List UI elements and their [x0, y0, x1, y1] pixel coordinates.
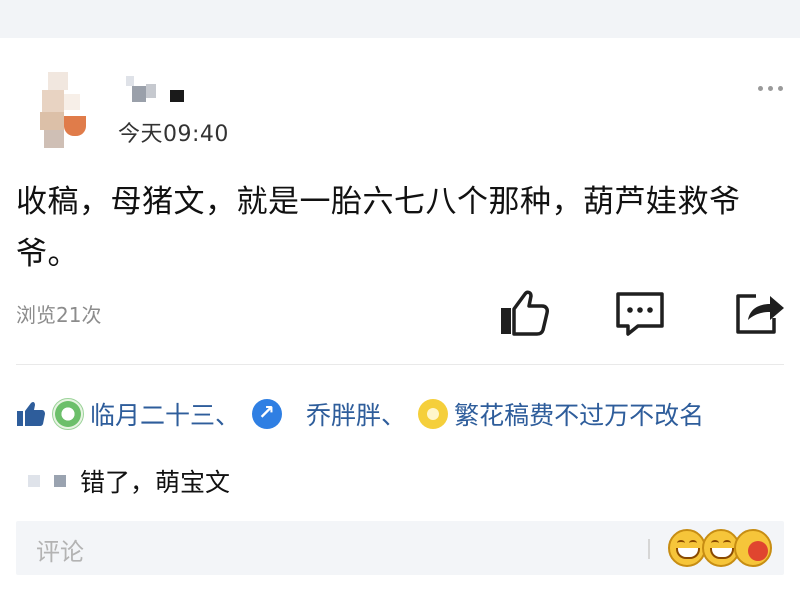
separator: 、	[215, 401, 241, 430]
liker-name[interactable]: 繁花稿费不过万不改名	[454, 396, 704, 432]
commenter-blurred	[54, 475, 66, 487]
top-bar	[0, 0, 800, 38]
comment-item[interactable]: 错了，萌宝文	[28, 461, 230, 501]
divider	[648, 539, 650, 559]
liker-name[interactable]: 临月二十三	[90, 396, 215, 432]
thumbs-up-icon[interactable]	[498, 288, 550, 338]
separator: 、	[381, 401, 407, 430]
liked-thumbs-icon	[17, 401, 45, 426]
divider	[16, 364, 784, 365]
post-time: 今天09:40	[118, 122, 229, 147]
post-text: 收稿，母猪文，就是一胎六七八个那种，葫芦娃救爷爷。	[16, 184, 741, 272]
username-blurred[interactable]	[126, 76, 196, 106]
comment-placeholder: 评论	[36, 538, 84, 566]
commenter-blurred	[28, 475, 40, 487]
more-dots-icon[interactable]	[758, 86, 783, 91]
likes-row: 临月二十三 、 乔胖胖 、 繁花稿费不过万不改名	[16, 394, 704, 434]
user-avatar-icon[interactable]	[418, 399, 449, 429]
gift-emoji-icon[interactable]	[734, 529, 772, 567]
avatar[interactable]	[36, 72, 92, 148]
user-avatar-icon[interactable]	[252, 399, 283, 429]
user-avatar-icon[interactable]	[52, 398, 84, 430]
share-icon[interactable]	[734, 288, 786, 338]
comment-text: 错了，萌宝文	[80, 468, 231, 497]
liker-name[interactable]: 乔胖胖	[306, 396, 381, 432]
comment-input[interactable]: 评论	[16, 521, 784, 575]
comment-icon[interactable]	[614, 288, 666, 338]
view-count: 浏览21次	[16, 303, 102, 327]
grin-emoji-icon[interactable]	[668, 529, 706, 567]
